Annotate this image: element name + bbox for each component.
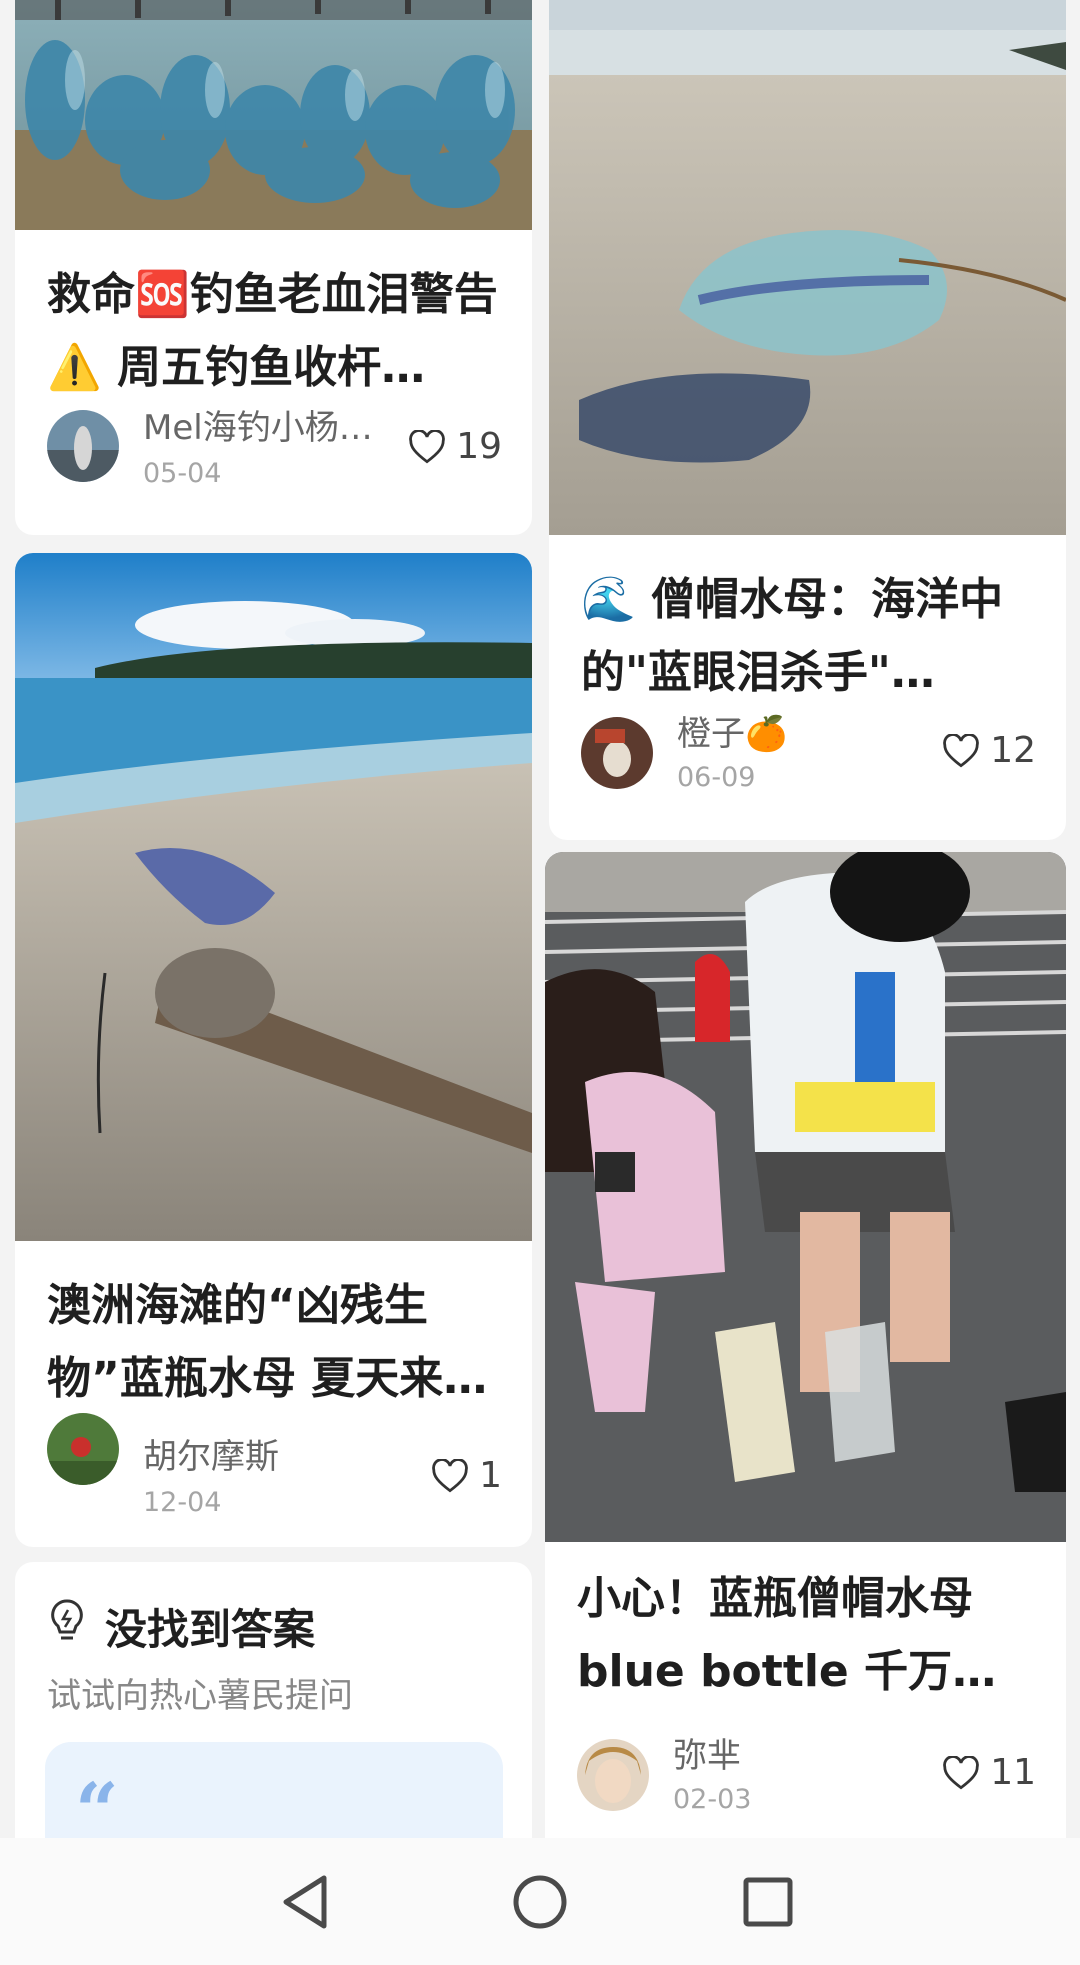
heart-icon (943, 733, 980, 767)
note-image (15, 553, 532, 1241)
ask-subtitle: 试试向热心薯民提问 (47, 1676, 353, 1716)
back-icon[interactable] (272, 1866, 344, 1938)
avatar[interactable] (577, 1739, 649, 1811)
author-name[interactable]: 弥芈 (673, 1728, 741, 1777)
note-title: 🌊 僧帽水母：海洋中的"蓝眼泪杀手" ——… (581, 574, 1004, 698)
note-image (15, 0, 532, 230)
note-title: 救命🆘钓鱼老血泪警告⚠️ 周五钓鱼收杆… (47, 269, 498, 393)
post-date: 05-04 (143, 458, 222, 489)
note-card[interactable]: 小心！蓝瓶僧帽水母blue bottle 千万小… 弥芈 02-03 11 (545, 852, 1066, 1872)
note-image (549, 0, 1066, 535)
heart-icon (943, 1755, 980, 1789)
like-button[interactable]: 1 (431, 1455, 502, 1496)
post-date: 12-04 (143, 1487, 222, 1518)
note-card[interactable]: 澳洲海滩的“凶残生物”蓝瓶水母 夏天来… 胡尔摩斯 12-04 1 (15, 553, 532, 1547)
ask-title: 没找到答案 (105, 1605, 316, 1654)
home-icon[interactable] (504, 1866, 576, 1938)
heart-icon (432, 1458, 468, 1492)
author-name[interactable]: 胡尔摩斯 (143, 1429, 279, 1478)
system-navigation-bar (0, 1838, 1080, 1965)
author-name[interactable]: Mel海钓小杨… (143, 400, 373, 449)
like-button[interactable]: 12 (942, 730, 1036, 771)
like-button[interactable]: 19 (408, 426, 502, 467)
author-name[interactable]: 橙子🍊 (677, 706, 787, 755)
like-count: 12 (990, 730, 1036, 771)
avatar[interactable] (47, 410, 119, 482)
avatar[interactable] (581, 717, 653, 789)
post-date: 06-09 (677, 762, 756, 793)
heart-icon (409, 429, 446, 463)
note-title: 澳洲海滩的“凶残生物”蓝瓶水母 夏天来… (47, 1280, 488, 1404)
note-title: 小心！蓝瓶僧帽水母blue bottle 千万小… (577, 1573, 973, 1697)
note-card[interactable]: 救命🆘钓鱼老血泪警告⚠️ 周五钓鱼收杆… Mel海钓小杨… 05-04 19 (15, 0, 532, 535)
recents-icon[interactable] (732, 1866, 804, 1938)
lightbulb-icon (51, 1599, 83, 1640)
post-date: 02-03 (673, 1784, 752, 1815)
like-count: 19 (456, 426, 502, 467)
note-card[interactable]: 🌊 僧帽水母：海洋中的"蓝眼泪杀手" ——… 橙子🍊 06-09 12 (549, 0, 1066, 840)
like-count: 11 (990, 1752, 1036, 1793)
note-image (545, 852, 1066, 1542)
ask-question-card[interactable]: 没找到答案 试试向热心薯民提问 “ (15, 1562, 532, 1862)
avatar[interactable] (47, 1413, 119, 1485)
like-button[interactable]: 11 (942, 1752, 1036, 1793)
like-count: 1 (479, 1455, 502, 1496)
